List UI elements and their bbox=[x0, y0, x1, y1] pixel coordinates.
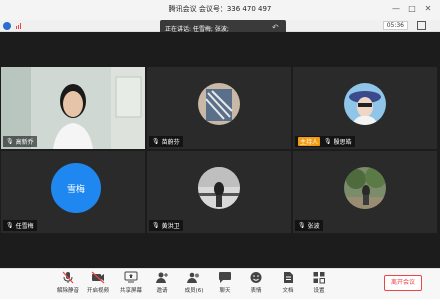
participant-name: 黄洪卫 bbox=[161, 223, 180, 230]
emoji-icon bbox=[250, 272, 262, 283]
bottom-toolbar: 解除静音 开启视频 共享屏幕 邀请 成员(6) 聊天 表情 文档 设置 离开会议 bbox=[0, 268, 440, 299]
host-badge: 主持人 bbox=[298, 137, 321, 146]
avatar-image bbox=[198, 83, 240, 125]
invite-button[interactable]: 邀请 bbox=[144, 271, 180, 298]
toolbar-label: 邀请 bbox=[156, 288, 168, 294]
settings-button[interactable]: 设置 bbox=[301, 271, 337, 298]
chat-icon bbox=[219, 272, 231, 283]
window-title: 腾讯会议 会议号：336 470 497 bbox=[168, 5, 272, 13]
participant-tile[interactable]: 🎙 黄洪卫 bbox=[147, 151, 291, 233]
start-video-button[interactable]: 开启视频 bbox=[80, 271, 116, 298]
participant-name-label: 🎙 苗蔚芬 bbox=[149, 136, 183, 147]
toolbar-label: 表情 bbox=[250, 288, 262, 294]
leave-meeting-button[interactable]: 离开会议 bbox=[384, 275, 422, 291]
video-grid: 🎙 高新乔 🎙 苗蔚芬 主持人 🎙 殷思皓 雪梅 🎙 任雪梅 🎙 黄洪卫 🎙 张… bbox=[0, 32, 440, 268]
minimize-icon[interactable]: — bbox=[390, 3, 402, 15]
fullscreen-icon[interactable] bbox=[417, 21, 426, 30]
mic-icon: 🎙 bbox=[324, 138, 332, 145]
title-bar: 腾讯会议 会议号：336 470 497 — □ ✕ bbox=[0, 0, 440, 20]
participant-tile[interactable]: 🎙 张波 bbox=[293, 151, 437, 233]
avatar bbox=[198, 167, 240, 209]
avatar-image bbox=[198, 167, 240, 209]
text-avatar: 雪梅 bbox=[51, 163, 101, 213]
participant-name-label: 主持人 🎙 殷思皓 bbox=[295, 136, 355, 147]
meeting-timer: 05:36 bbox=[382, 21, 408, 30]
mic-icon: 🎙 bbox=[152, 222, 160, 229]
participant-name-label: 🎙 黄洪卫 bbox=[149, 220, 183, 231]
participant-name: 张波 bbox=[307, 223, 320, 230]
participant-name: 殷思皓 bbox=[333, 139, 352, 146]
mic-muted-icon bbox=[62, 271, 74, 284]
toolbar-label: 开启视频 bbox=[86, 288, 109, 294]
avatar bbox=[198, 83, 240, 125]
members-icon bbox=[187, 272, 199, 283]
avatar bbox=[344, 167, 386, 209]
maximize-icon[interactable]: □ bbox=[406, 3, 418, 15]
participant-tile[interactable]: 主持人 🎙 殷思皓 bbox=[293, 67, 437, 149]
close-icon[interactable]: ✕ bbox=[422, 3, 434, 15]
share-screen-icon bbox=[124, 271, 138, 283]
document-icon bbox=[284, 272, 293, 283]
meeting-info-icon[interactable] bbox=[3, 22, 11, 30]
participant-name-label: 🎙 高新乔 bbox=[3, 136, 37, 147]
settings-icon bbox=[313, 272, 325, 284]
participant-tile[interactable]: 🎙 高新乔 bbox=[1, 67, 145, 149]
signal-icon[interactable] bbox=[16, 23, 22, 29]
emoji-button[interactable]: 表情 bbox=[238, 271, 274, 298]
participant-name: 苗蔚芬 bbox=[161, 139, 180, 146]
mic-icon: 🎙 bbox=[152, 138, 160, 145]
participant-name: 任雪梅 bbox=[15, 223, 34, 230]
toolbar-label: 设置 bbox=[313, 288, 325, 294]
participant-tile[interactable]: 🎙 苗蔚芬 bbox=[147, 67, 291, 149]
mic-icon: 🎙 bbox=[298, 222, 306, 229]
participant-name: 高新乔 bbox=[15, 139, 34, 146]
avatar-image bbox=[344, 83, 386, 125]
invite-icon bbox=[156, 272, 168, 283]
avatar bbox=[344, 83, 386, 125]
video-off-icon bbox=[91, 271, 105, 284]
participant-tile[interactable]: 雪梅 🎙 任雪梅 bbox=[1, 151, 145, 233]
mic-icon: 🎙 bbox=[6, 222, 14, 229]
mic-icon: 🎙 bbox=[6, 138, 14, 145]
avatar-image bbox=[344, 167, 386, 209]
participant-name-label: 🎙 张波 bbox=[295, 220, 323, 231]
participant-name-label: 🎙 任雪梅 bbox=[3, 220, 37, 231]
